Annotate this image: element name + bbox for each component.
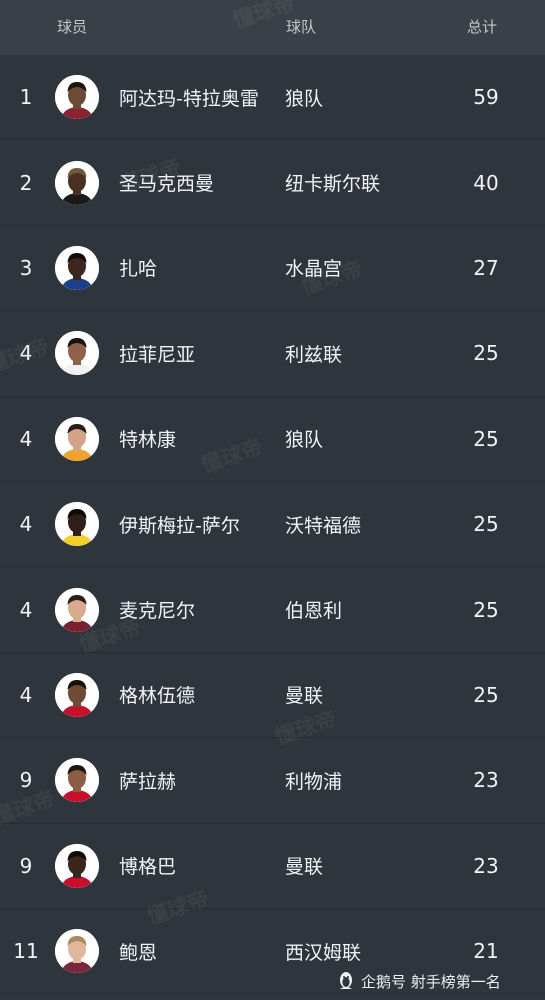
team-name[interactable]: 狼队 <box>285 397 323 481</box>
table-header: 球员 球队 总计 <box>0 0 545 55</box>
goals-total: 25 <box>473 597 499 622</box>
team-name[interactable]: 伯恩利 <box>285 567 342 651</box>
team-name[interactable]: 利兹联 <box>285 311 342 395</box>
team-name[interactable]: 狼队 <box>285 55 323 139</box>
table-body: 1 阿达玛-特拉奥雷 狼队 59 2 圣马克西曼 纽卡斯尔联 40 3 扎哈 水晶宫 27 4 拉菲尼亚利… <box>0 55 545 995</box>
column-header-total[interactable]: 总计 <box>467 16 497 37</box>
player-avatar[interactable] <box>55 587 99 632</box>
goals-total: 25 <box>473 426 499 451</box>
rank-cell: 4 <box>19 426 33 451</box>
goals-total: 25 <box>473 682 499 707</box>
table-row[interactable]: 2 圣马克西曼 纽卡斯尔联 40 <box>0 140 545 226</box>
goals-total: 27 <box>473 255 499 280</box>
player-name[interactable]: 特林康 <box>119 397 176 481</box>
footer-attribution: 企鹅号 射手榜第一名 <box>337 968 501 994</box>
player-avatar[interactable] <box>55 245 99 290</box>
team-name[interactable]: 水晶宫 <box>285 226 342 310</box>
table-row[interactable]: 9 萨拉赫 利物浦 23 <box>0 738 545 824</box>
player-name[interactable]: 拉菲尼亚 <box>119 311 195 395</box>
scorer-table-page: 球员 球队 总计 1 阿达玛-特拉奥雷 狼队 59 2 圣马克西曼 纽卡斯尔联 40 3 扎哈 水晶… <box>0 0 545 1000</box>
rank-cell: 1 <box>19 85 33 110</box>
player-avatar[interactable] <box>55 160 99 205</box>
table-row[interactable]: 4 格林伍德 曼联 25 <box>0 653 545 739</box>
team-name[interactable]: 曼联 <box>285 824 323 908</box>
team-name[interactable]: 纽卡斯尔联 <box>285 140 380 224</box>
rank-cell: 9 <box>19 853 33 878</box>
penguin-icon <box>340 972 352 989</box>
rank-cell: 4 <box>19 341 33 366</box>
player-avatar[interactable] <box>55 416 99 461</box>
team-name[interactable]: 沃特福德 <box>285 482 361 566</box>
table-row[interactable]: 4 伊斯梅拉-萨尔 沃特福德 25 <box>0 482 545 568</box>
rank-cell: 3 <box>19 255 33 280</box>
player-name[interactable]: 麦克尼尔 <box>119 567 195 651</box>
rank-cell: 9 <box>19 768 33 793</box>
rank-cell: 4 <box>19 597 33 622</box>
player-name[interactable]: 伊斯梅拉-萨尔 <box>119 482 240 566</box>
player-name[interactable]: 圣马克西曼 <box>119 140 214 224</box>
goals-total: 59 <box>473 85 499 110</box>
player-name[interactable]: 扎哈 <box>119 226 157 310</box>
goals-total: 40 <box>473 170 499 195</box>
player-avatar[interactable] <box>55 843 99 888</box>
column-header-player[interactable]: 球员 <box>57 16 87 37</box>
team-name[interactable]: 利物浦 <box>285 738 342 822</box>
player-avatar[interactable] <box>55 502 99 547</box>
player-name[interactable]: 博格巴 <box>119 824 176 908</box>
goals-total: 23 <box>473 853 499 878</box>
goals-total: 25 <box>473 512 499 537</box>
player-name[interactable]: 格林伍德 <box>119 653 195 737</box>
player-avatar[interactable] <box>55 672 99 717</box>
rank-cell: 4 <box>19 682 33 707</box>
goals-total: 23 <box>473 768 499 793</box>
player-name[interactable]: 阿达玛-特拉奥雷 <box>119 55 259 139</box>
column-header-team[interactable]: 球队 <box>286 16 316 37</box>
rank-cell: 2 <box>19 170 33 195</box>
footer-text: 企鹅号 射手榜第一名 <box>361 972 501 991</box>
table-row[interactable]: 3 扎哈 水晶宫 27 <box>0 226 545 312</box>
table-row[interactable]: 1 阿达玛-特拉奥雷 狼队 59 <box>0 55 545 141</box>
rank-cell: 11 <box>13 939 39 964</box>
team-name[interactable]: 曼联 <box>285 653 323 737</box>
table-row[interactable]: 4 麦克尼尔 伯恩利 25 <box>0 567 545 653</box>
table-row[interactable]: 4 特林康 狼队 25 <box>0 397 545 482</box>
goals-total: 25 <box>473 341 499 366</box>
table-row[interactable]: 4 拉菲尼亚 利兹联 25 <box>0 311 545 397</box>
player-avatar[interactable] <box>55 929 99 974</box>
rank-cell: 4 <box>19 512 33 537</box>
player-avatar[interactable] <box>55 758 99 803</box>
player-avatar[interactable] <box>55 75 99 120</box>
player-name[interactable]: 萨拉赫 <box>119 738 176 822</box>
table-row[interactable]: 9 博格巴 曼联 23 <box>0 824 545 909</box>
player-name[interactable]: 鲍恩 <box>119 909 157 993</box>
player-avatar[interactable] <box>55 331 99 376</box>
